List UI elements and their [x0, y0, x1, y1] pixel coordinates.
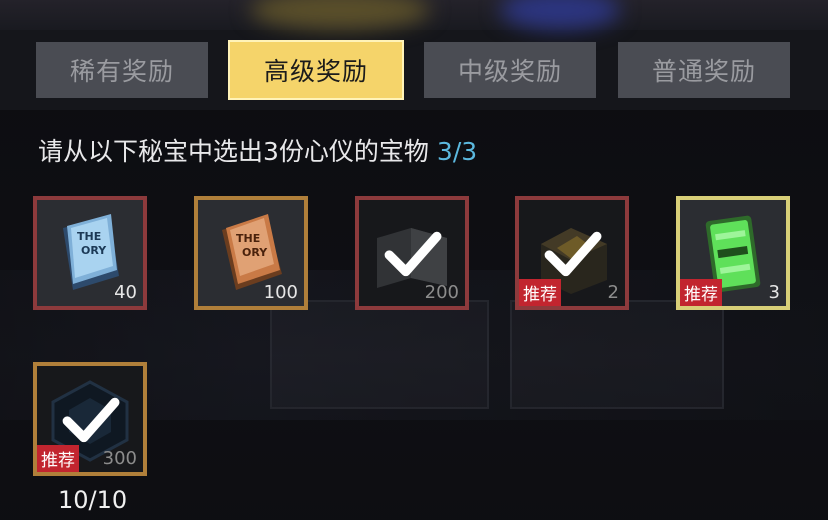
item-quantity: 200 — [424, 282, 459, 303]
tab-common-reward[interactable]: 普通奖励 — [618, 42, 790, 98]
item-quantity: 100 — [263, 282, 298, 303]
selection-count: 3/3 — [436, 137, 478, 166]
item-quantity: 300 — [102, 448, 137, 469]
item-quantity: 40 — [114, 282, 137, 303]
svg-text:THE: THE — [77, 230, 101, 243]
tab-label: 稀有奖励 — [69, 57, 174, 86]
item-quantity: 2 — [607, 282, 619, 303]
svg-text:ORY: ORY — [242, 246, 268, 259]
recommended-badge: 推荐 — [519, 279, 561, 306]
tab-advanced-reward[interactable]: 高级奖励 — [228, 40, 404, 100]
recommended-badge: 推荐 — [37, 445, 79, 472]
svg-text:THE: THE — [236, 232, 260, 245]
reward-item-green-chip[interactable]: 推荐 3 — [676, 196, 790, 310]
item-progress-counter: 10/10 — [58, 486, 128, 514]
tab-rare-reward[interactable]: 稀有奖励 — [36, 42, 208, 98]
reward-item-theory-book-brown[interactable]: THE ORY 100 — [194, 196, 308, 310]
tab-intermediate-reward[interactable]: 中级奖励 — [424, 42, 596, 98]
tab-label: 高级奖励 — [263, 57, 368, 86]
selection-prompt: 请从以下秘宝中选出3份心仪的宝物 3/3 — [38, 132, 477, 168]
checkmark-icon — [62, 397, 120, 443]
tab-label: 中级奖励 — [457, 57, 562, 86]
reward-item-supply-crate[interactable]: 推荐 2 — [515, 196, 629, 310]
recommended-badge: 推荐 — [680, 279, 722, 306]
reward-item-grey-book[interactable]: 200 — [355, 196, 469, 310]
tab-label: 普通奖励 — [651, 57, 756, 86]
item-quantity: 3 — [768, 282, 780, 303]
checkmark-icon — [544, 231, 602, 277]
checkmark-icon — [384, 231, 442, 277]
reward-item-core-cube[interactable]: 推荐 300 — [33, 362, 147, 476]
prompt-text: 请从以下秘宝中选出3份心仪的宝物 — [38, 137, 429, 166]
reward-item-theory-book-blue[interactable]: THE ORY 40 — [33, 196, 147, 310]
svg-text:ORY: ORY — [81, 244, 107, 257]
